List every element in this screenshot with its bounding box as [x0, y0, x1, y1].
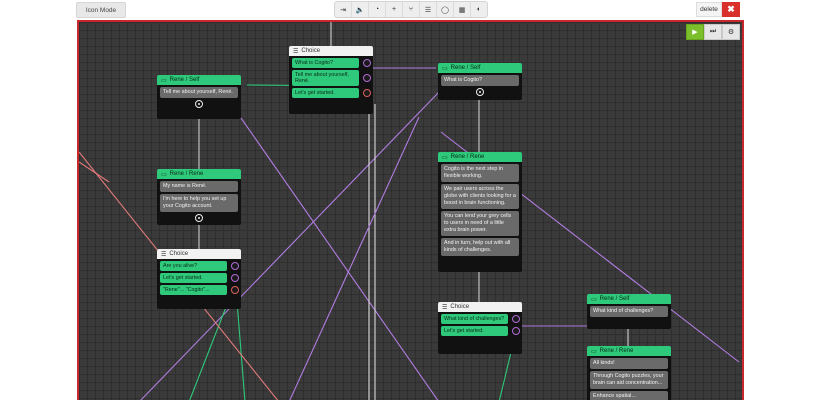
- speech-bubble[interactable]: We pair users across the globe with clie…: [441, 184, 519, 209]
- speech-bubble[interactable]: Through Cogito puzzles, your brain can a…: [590, 371, 668, 389]
- option-label: Tell me about yourself, René.: [295, 72, 349, 84]
- speech-bubble[interactable]: All kinds!: [590, 358, 668, 369]
- top-toolbar: Icon Mode ⇥ 🔈 ◔ + ⑂ ☰ ◯ ▦ ◐ delete ✖: [0, 0, 820, 20]
- node-title: Rene / Self: [450, 65, 481, 71]
- choice-option[interactable]: Let's get started.: [292, 88, 371, 98]
- node-header: ▭ Rene / Self: [438, 63, 522, 73]
- close-icon[interactable]: ✖: [722, 2, 740, 17]
- node-title: Rene / Rene: [599, 348, 634, 354]
- choice-option[interactable]: Tell me about yourself, René.: [292, 70, 371, 86]
- node-rene-rene[interactable]: ▭ Rene / Rene My name is René. I'm here t…: [157, 169, 241, 225]
- node-header: ▭ Rene / Self: [157, 75, 241, 85]
- speech-bubble[interactable]: What kind of challenges?: [590, 306, 668, 317]
- node-header: ☰ Choice: [157, 249, 241, 259]
- node-title: Choice: [301, 48, 321, 54]
- option-port[interactable]: [231, 286, 239, 294]
- option-label: Are you alive?: [163, 263, 198, 269]
- comment-icon[interactable]: ◯: [437, 2, 454, 17]
- comment-icon: ▭: [591, 296, 597, 303]
- output-port[interactable]: [195, 100, 203, 108]
- speech-bubble[interactable]: Tell me about yourself, René.: [160, 87, 238, 98]
- choice-option[interactable]: Let's get started.: [441, 326, 520, 336]
- list-icon: ☰: [293, 48, 299, 55]
- list-icon: ☰: [161, 251, 167, 258]
- comment-icon: ▭: [161, 171, 167, 178]
- comment-icon: ▭: [442, 65, 448, 72]
- speech-bubble[interactable]: Enhance spatial...: [590, 391, 668, 400]
- speech-bubble[interactable]: I'm here to help you set up your Cogito …: [160, 194, 238, 212]
- node-rene-rene-2[interactable]: ▭ Rene / Rene Cogito is the next step in …: [438, 152, 522, 272]
- node-header: ▭ Rene / Rene: [438, 152, 522, 162]
- speech-bubble[interactable]: Cogito is the next step in flexible work…: [441, 164, 519, 182]
- wire-cross-2: [140, 91, 440, 400]
- node-title: Rene / Rene: [450, 154, 485, 160]
- node-choice-1[interactable]: ☰ Choice Are you alive? Let's get started…: [157, 249, 241, 309]
- node-tools-group: ⇥ 🔈 ◔ + ⑂ ☰ ◯ ▦ ◐: [334, 1, 488, 18]
- option-port[interactable]: [512, 315, 520, 323]
- wire-cross-1: [240, 117, 439, 400]
- choice-option[interactable]: Let's get started.: [160, 273, 239, 283]
- skip-icon[interactable]: ⏭: [704, 24, 722, 40]
- icon-mode-button[interactable]: Icon Mode: [76, 2, 126, 18]
- option-port[interactable]: [512, 327, 520, 335]
- playback-controls: ▶ ⏭ ⚙: [686, 24, 740, 40]
- branch-icon[interactable]: ⑂: [403, 2, 420, 17]
- node-title: Rene / Rene: [169, 171, 204, 177]
- node-choice-3[interactable]: ☰ Choice What kind of challenges? Let's g…: [438, 302, 522, 354]
- palette-icon[interactable]: ◐: [471, 2, 487, 17]
- play-icon[interactable]: ▶: [686, 24, 704, 40]
- node-header: ☰ Choice: [438, 302, 522, 312]
- node-header: ☰ Choice: [289, 46, 373, 56]
- node-header: ▭ Rene / Rene: [587, 346, 671, 356]
- choice-option[interactable]: What kind of challenges?: [441, 314, 520, 324]
- node-rene-self-2[interactable]: ▭ Rene / Self What is Cogito?: [438, 63, 522, 100]
- node-header: ▭ Rene / Self: [587, 294, 671, 304]
- option-port[interactable]: [363, 89, 371, 97]
- node-title: Rene / Self: [599, 296, 630, 302]
- node-title: Rene / Self: [169, 77, 200, 83]
- speech-bubble[interactable]: You can lend your grey cells to users in…: [441, 211, 519, 236]
- graph-canvas[interactable]: ▭ Rene / Self Tell me about yourself, Ren…: [77, 20, 744, 400]
- list-icon[interactable]: ☰: [420, 2, 437, 17]
- output-port[interactable]: [476, 88, 484, 96]
- choice-option[interactable]: "Rene"... "Cogito"...: [160, 285, 239, 295]
- option-label: Let's get started.: [444, 328, 484, 334]
- node-title: Choice: [450, 304, 470, 310]
- option-label: Let's get started.: [163, 275, 203, 281]
- comment-icon: ▭: [161, 77, 167, 84]
- clock-icon[interactable]: ◔: [369, 2, 386, 17]
- option-label: What is Cogito?: [295, 60, 334, 66]
- delete-button[interactable]: delete: [696, 2, 722, 17]
- speech-bubble[interactable]: And in turn, help out with all kinds of …: [441, 238, 519, 256]
- node-rene-rene-3[interactable]: ▭ Rene / Rene All kinds! Through Cogito p…: [587, 346, 671, 400]
- option-label: Let's get started.: [295, 90, 335, 96]
- calendar-icon[interactable]: ▦: [454, 2, 471, 17]
- option-port[interactable]: [231, 274, 239, 282]
- sign-in-icon[interactable]: ⇥: [335, 2, 352, 17]
- option-label: What kind of challenges?: [444, 316, 505, 322]
- list-icon: ☰: [442, 304, 448, 311]
- node-header: ▭ Rene / Rene: [157, 169, 241, 179]
- option-label: "Rene"... "Cogito"...: [163, 287, 210, 293]
- comment-icon: ▭: [442, 154, 448, 161]
- speech-bubble[interactable]: My name is René.: [160, 181, 238, 192]
- choice-option[interactable]: What is Cogito?: [292, 58, 371, 68]
- node-choice-2[interactable]: ☰ Choice What is Cogito? Tell me about yo…: [289, 46, 373, 114]
- comment-icon: ▭: [591, 348, 597, 355]
- volume-icon[interactable]: 🔈: [352, 2, 369, 17]
- output-port[interactable]: [195, 214, 203, 222]
- node-rene-self[interactable]: ▭ Rene / Self Tell me about yourself, Ren…: [157, 75, 241, 119]
- option-port[interactable]: [363, 59, 371, 67]
- option-port[interactable]: [363, 74, 371, 82]
- option-port[interactable]: [231, 262, 239, 270]
- wire-red-2: [79, 161, 110, 183]
- node-rene-self-3[interactable]: ▭ Rene / Self What kind of challenges?: [587, 294, 671, 329]
- gear-icon[interactable]: ⚙: [722, 24, 740, 40]
- plus-icon[interactable]: +: [386, 2, 403, 17]
- choice-option[interactable]: Are you alive?: [160, 261, 239, 271]
- speech-bubble[interactable]: What is Cogito?: [441, 75, 519, 86]
- wire-cross-3: [289, 116, 420, 400]
- node-title: Choice: [169, 251, 189, 257]
